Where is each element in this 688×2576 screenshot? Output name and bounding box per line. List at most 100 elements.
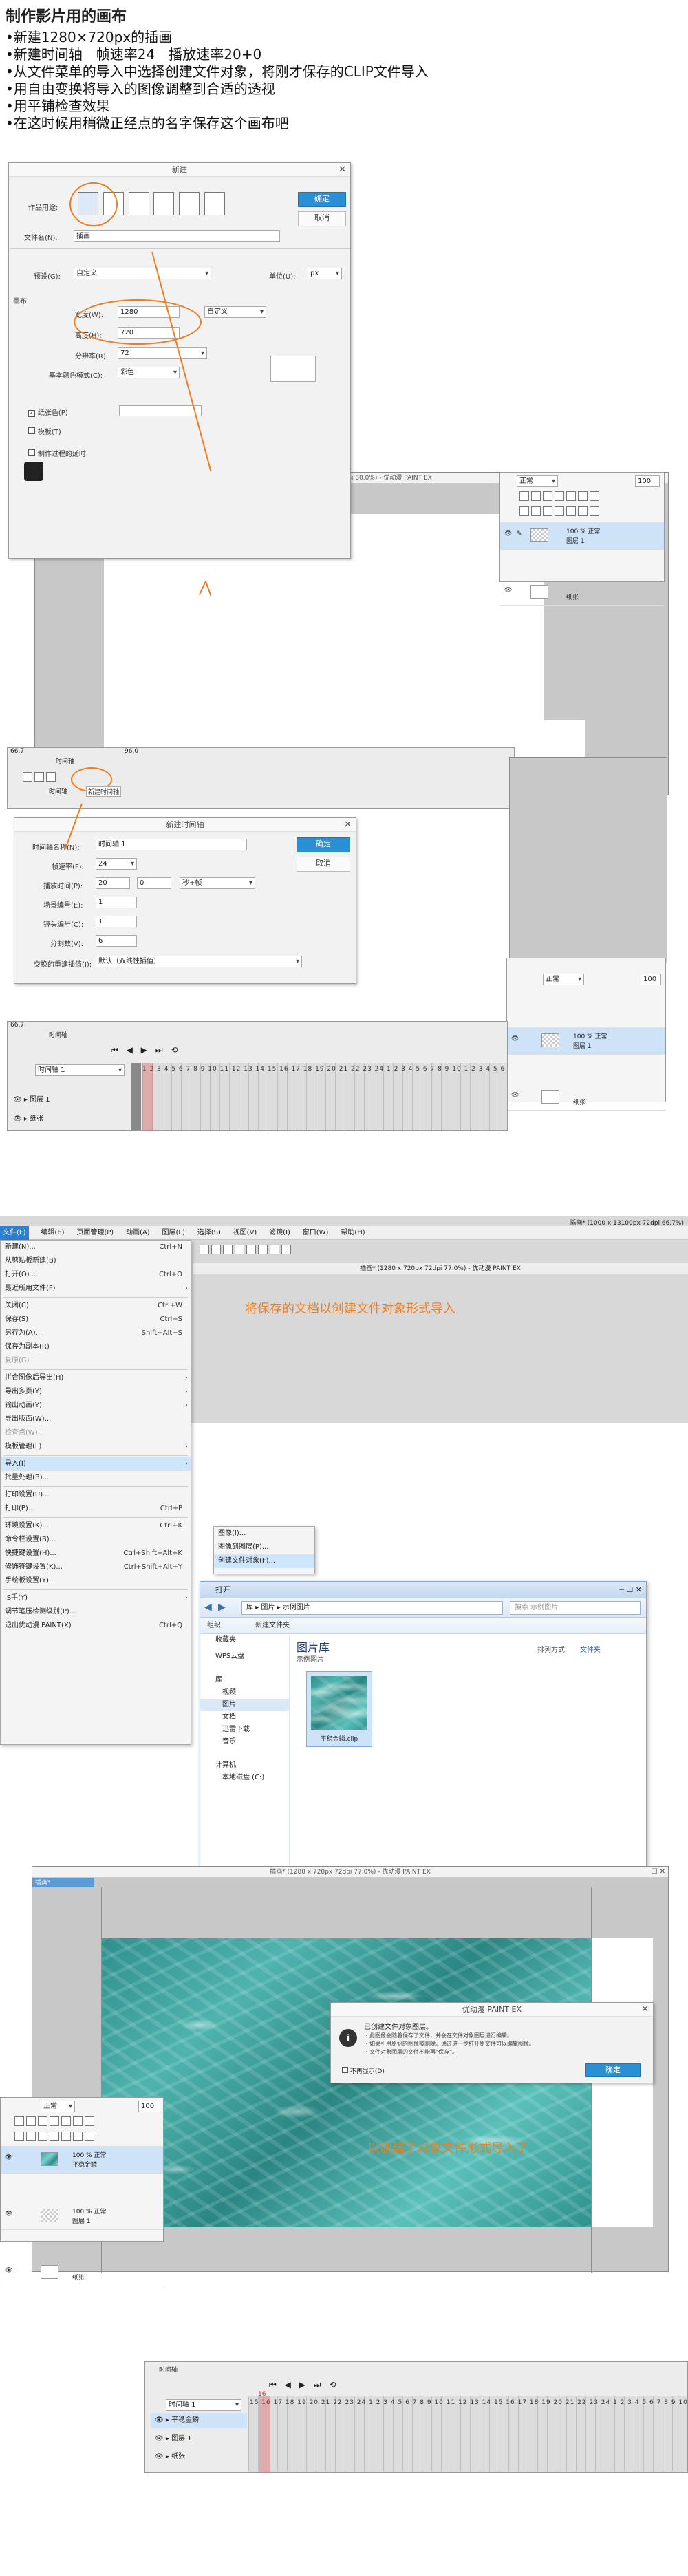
draft-icon[interactable] (566, 491, 576, 501)
file-menu-item[interactable]: 从剪贴板新建(B) (1, 1254, 191, 1268)
layer-row-file-object[interactable]: 👁 100 % 正常 平稳金鳞 (1, 2146, 163, 2174)
layer-row-layer1[interactable]: 👁 100 % 正常 图层 1 (507, 1027, 665, 1055)
deselect-icon[interactable] (258, 1244, 268, 1254)
arrange-select[interactable]: 文件夹 (580, 1644, 601, 1654)
paper-color-checkbox[interactable]: ✓ 纸张色(P) (28, 407, 68, 417)
opacity-field[interactable]: 100 (635, 475, 660, 487)
eye-icon[interactable]: 👁 (5, 2211, 12, 2218)
file-menu-item[interactable]: 退出优动漫 PAINT(X) Ctrl+Q (1, 1619, 191, 1633)
scene-input[interactable]: 1 (96, 897, 137, 908)
preset-select[interactable]: 自定义 (74, 268, 211, 279)
frame-grid[interactable] (142, 1063, 507, 1130)
tab-new-timeline[interactable]: 新建时间轴 (86, 786, 122, 797)
sidebar-item-music[interactable]: 音乐 (200, 1736, 289, 1748)
menu-view[interactable]: 视图(V) (233, 1226, 257, 1240)
file-menu-item[interactable]: 导出多页(Y) › (1, 1385, 191, 1399)
eye-icon[interactable]: 👁 (5, 2154, 12, 2161)
menu-file[interactable]: 文件(F) (0, 1226, 29, 1240)
lock-icon[interactable] (531, 491, 541, 501)
resolution-select[interactable]: 72 (118, 347, 207, 359)
ruler-icon[interactable] (590, 491, 599, 501)
layer-row-layer1[interactable]: 👁 ✎ 100 % 正常 图层 1 (500, 522, 664, 550)
menu-layer[interactable]: 图层(L) (162, 1226, 185, 1240)
ok-button[interactable]: 确定 (298, 192, 346, 207)
template-checkbox[interactable]: 模板(T) (28, 426, 61, 436)
cut-input[interactable]: 1 (96, 916, 137, 927)
track-layer1[interactable]: 👁 ▸ 图层 1 (13, 1093, 50, 1104)
file-menu-item[interactable]: 打印设置(U)... (1, 1488, 191, 1502)
play-unit-select[interactable]: 秒+帧 (180, 877, 255, 889)
ruler-icon[interactable] (85, 2116, 94, 2126)
layer-row-paper[interactable]: 👁 纸张 (507, 1084, 665, 1111)
new-raster-icon[interactable] (519, 506, 529, 516)
unit-select[interactable]: px (308, 268, 342, 279)
paper-color-swatch[interactable] (119, 405, 202, 416)
sidebar-item-favorites[interactable]: 收藏夹 (200, 1634, 289, 1646)
edit-timeline-icon[interactable] (34, 771, 44, 782)
timeline-name-input[interactable]: 时间轴 1 (96, 839, 247, 850)
undo-icon[interactable] (200, 1244, 209, 1254)
timeline-select[interactable]: 时间轴 1 (35, 1064, 125, 1076)
track-file-object[interactable]: 👁 ▸ 平稳金鳞 (151, 2413, 247, 2428)
menu-page[interactable]: 页面管理(P) (76, 1226, 114, 1240)
close-icon[interactable]: ✕ (338, 164, 346, 175)
menu-help[interactable]: 帮助(H) (341, 1226, 365, 1240)
close-icon[interactable]: ✕ (344, 819, 352, 830)
ok-button[interactable]: 确定 (585, 2063, 641, 2077)
submenu-create-file-object[interactable]: 创建文件对象(F)... (214, 1554, 314, 1568)
dont-show-checkbox[interactable]: 不再显示(D) (342, 2066, 385, 2075)
layer-row-paper[interactable]: 👁 纸张 (500, 579, 664, 606)
play-seconds-input[interactable]: 20 (96, 877, 130, 889)
clip-icon[interactable] (38, 2116, 47, 2126)
sidebar-item-downloads[interactable]: 迅雷下载 (200, 1724, 289, 1736)
fps-select[interactable]: 24 (96, 858, 137, 870)
file-menu-item[interactable]: 打印(P)... Ctrl+P (1, 1502, 191, 1516)
opacity-field[interactable]: 100 (138, 2101, 160, 2112)
file-menu-item[interactable]: 导出版面(W)... (1, 1413, 191, 1426)
sidebar-item-video[interactable]: 视频 (200, 1686, 289, 1699)
file-menu-item[interactable]: 打开(O)... Ctrl+O (1, 1268, 191, 1282)
file-menu-item[interactable]: 手绘板设置(Y)... (1, 1574, 191, 1588)
sidebar-item-library[interactable]: 库 (200, 1674, 289, 1686)
close-icon[interactable]: ✕ (641, 2004, 649, 2015)
redo-icon[interactable] (211, 1244, 221, 1254)
new-layer-icon[interactable] (14, 2116, 24, 2126)
blend-mode-select[interactable]: 正常 (41, 2101, 75, 2112)
track-paper[interactable]: 👁 ▸ 纸张 (151, 2450, 185, 2460)
tab-timeline[interactable]: 时间轴 (49, 786, 67, 795)
color-mode-select[interactable]: 彩色 (118, 367, 180, 378)
clear-icon[interactable] (223, 1244, 233, 1254)
page-usage-icon[interactable] (128, 192, 149, 215)
new-vector-icon[interactable] (531, 506, 541, 516)
new-folder-icon[interactable] (543, 506, 552, 516)
playback-controls[interactable]: ⏮ ◀ ▶ ⏭ ⟲ (111, 1045, 180, 1055)
animation-usage-icon[interactable] (204, 192, 226, 215)
sidebar-item-wps[interactable]: WPS云盘 (200, 1651, 289, 1663)
menu-filter[interactable]: 滤镜(I) (269, 1226, 290, 1240)
file-menu-item[interactable]: 环境设置(K)... Ctrl+K (1, 1519, 191, 1533)
delete-layer-icon[interactable] (85, 2131, 94, 2141)
ref-icon[interactable] (555, 491, 564, 501)
file-menu-item[interactable]: 最近所用文件(F) › (1, 1282, 191, 1296)
timelapse-checkbox[interactable]: 制作过程的延时 (28, 448, 86, 458)
file-menu-item[interactable]: iS手(Y) › (1, 1591, 191, 1605)
sidebar-item-local-disk[interactable]: 本地磁盘 (C:) (200, 1772, 289, 1784)
file-menu-item[interactable]: 检查点(W)... (1, 1426, 191, 1440)
file-menu-item[interactable]: 输出动画(Y) › (1, 1399, 191, 1413)
file-menu-item[interactable]: 调节笔压检测级别(P)... (1, 1605, 191, 1619)
menu-select[interactable]: 选择(S) (197, 1226, 221, 1240)
eye-icon[interactable]: 👁 (5, 2267, 12, 2274)
back-icon[interactable]: ◀ (204, 1602, 212, 1613)
breadcrumb[interactable]: 库 ▸ 图片 ▸ 示例图片 (241, 1601, 503, 1615)
eye-icon[interactable]: 👁 (504, 530, 512, 537)
new-layer-icon[interactable] (519, 491, 529, 501)
cancel-button[interactable]: 取消 (298, 211, 346, 226)
eye-icon[interactable]: 👁 (504, 587, 512, 594)
submenu-image-to-layer[interactable]: 图像到图层(P)... (214, 1541, 314, 1554)
file-menu-item[interactable]: 快捷键设置(H)... Ctrl+Shift+Alt+K (1, 1547, 191, 1560)
sidebar-item-documents[interactable]: 文档 (200, 1711, 289, 1724)
file-menu-item[interactable]: 批量处理(B)... (1, 1471, 191, 1485)
file-menu-item[interactable]: 保存(S) Ctrl+S (1, 1313, 191, 1327)
document-tab[interactable]: 插画* (32, 1878, 94, 1887)
track-paper[interactable]: 👁 ▸ 纸张 (13, 1113, 43, 1123)
